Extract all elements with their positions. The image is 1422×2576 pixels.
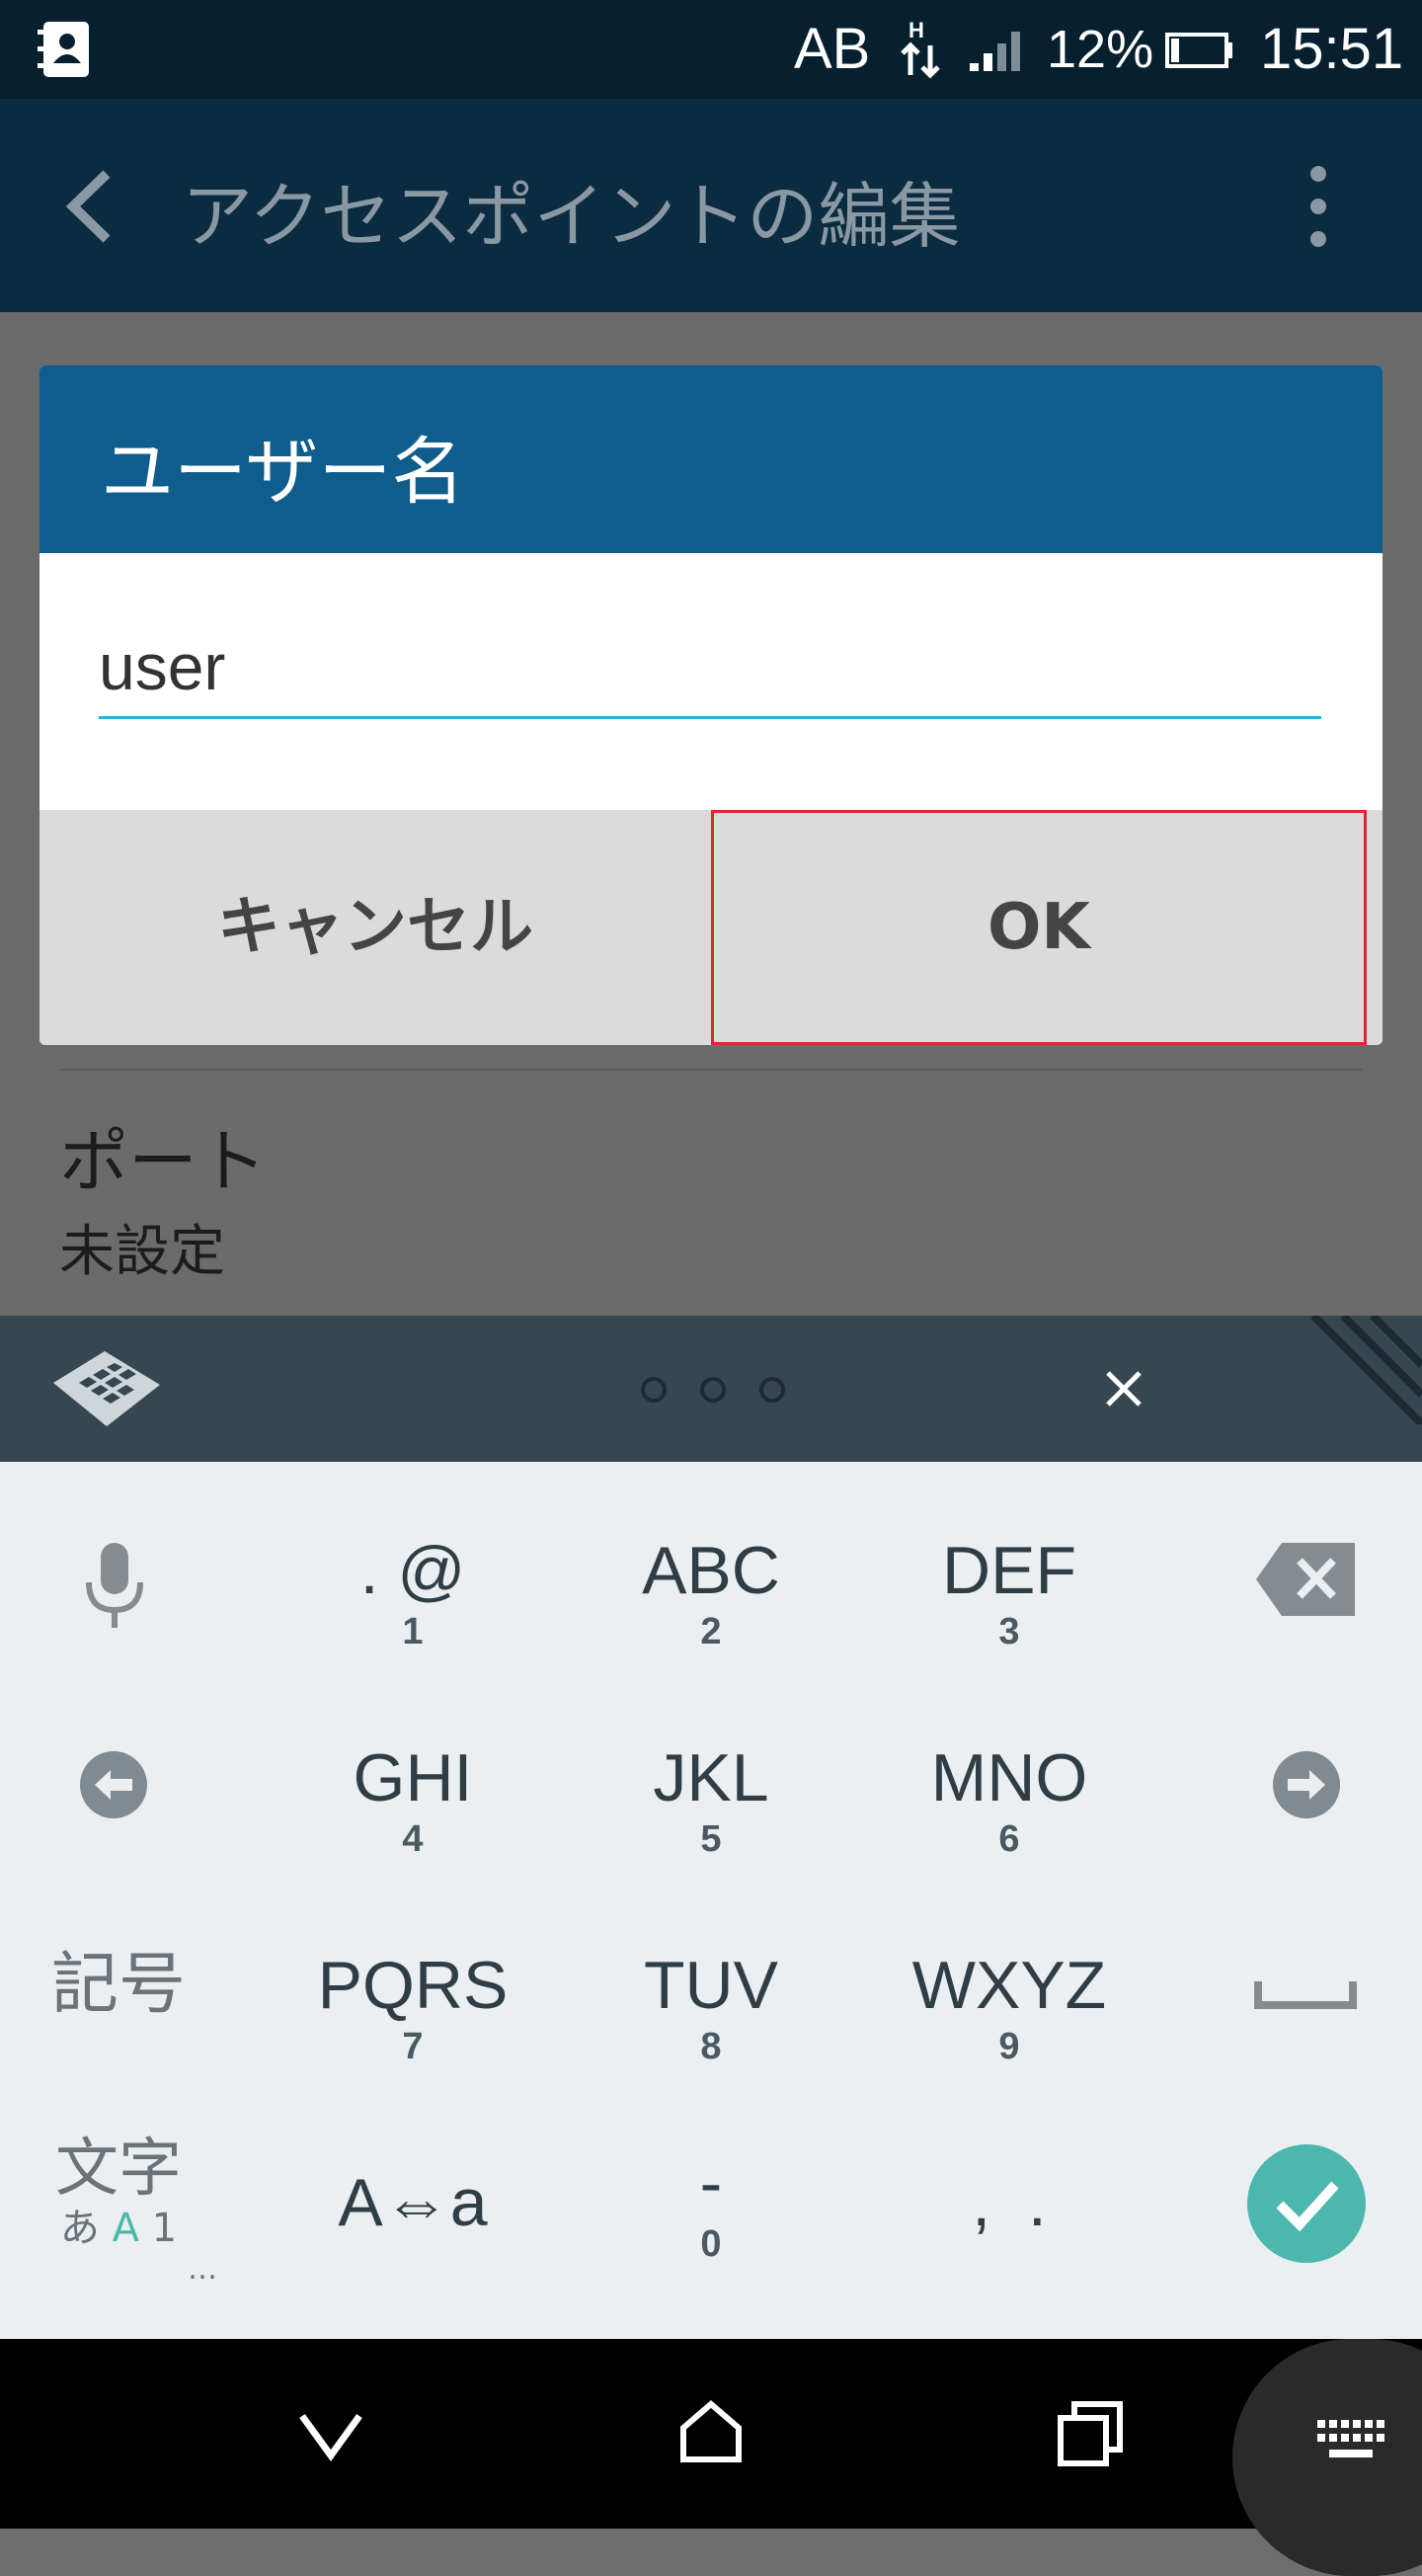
keyboard-layout-icon[interactable] (49, 1345, 164, 1430)
key-4-sub: 4 (402, 1818, 424, 1860)
key-9[interactable]: WXYZ 9 (861, 1946, 1157, 2068)
input-mode-label: 文字 (55, 2133, 182, 2206)
backspace-icon[interactable] (1254, 1541, 1357, 1618)
key-2-sub: 2 (700, 1611, 722, 1652)
key-4-main: GHI (353, 1740, 473, 1815)
keyboard-toolbar (0, 1316, 1422, 1462)
home-icon[interactable] (677, 2398, 745, 2465)
key-7[interactable]: PQRS 7 (265, 1946, 561, 2068)
key-5-main: JKL (653, 1740, 769, 1815)
contacts-app-icon (38, 22, 89, 77)
navigation-bar (0, 2339, 1422, 2576)
network-text: AB (794, 17, 871, 81)
key-4[interactable]: GHI 4 (265, 1738, 561, 1861)
back-icon[interactable] (55, 164, 124, 249)
key-2[interactable]: ABC 2 (563, 1531, 859, 1653)
punctuation-label: , . (972, 2165, 1047, 2240)
cancel-button[interactable]: キャンセル (40, 810, 711, 1045)
key-8-main: TUV (644, 1948, 778, 2023)
mode-alpha: A (112, 2206, 139, 2251)
setting-title-port: ポート (59, 1121, 267, 1202)
signal-icon (970, 32, 1020, 71)
input-mode-options: あ A 1 (30, 2205, 207, 2252)
username-input[interactable] (99, 617, 1321, 719)
key-6[interactable]: MNO 6 (861, 1738, 1157, 1861)
key-7-main: PQRS (317, 1948, 509, 2023)
keyboard-switch-button[interactable] (1232, 2339, 1422, 2576)
mode-more: … (188, 2252, 217, 2287)
key-9-sub: 9 (998, 2026, 1020, 2067)
punctuation-key[interactable]: , . (861, 2163, 1157, 2242)
keyboard-switch-icon (1317, 2420, 1384, 2457)
status-bar: AB H 12% 15:51 (0, 0, 1422, 99)
key-3-main: DEF (942, 1533, 1076, 1608)
key-8-sub: 8 (700, 2026, 722, 2067)
enter-check-icon[interactable] (1246, 2143, 1367, 2264)
username-dialog: ユーザー名 キャンセル OK (40, 365, 1382, 1045)
key-6-sub: 6 (998, 1818, 1020, 1860)
key-3[interactable]: DEF 3 (861, 1531, 1157, 1653)
battery-icon (1165, 33, 1232, 68)
page-title: アクセスポイントの編集 (182, 175, 961, 258)
setting-summary-port: 未設定 (59, 1220, 225, 1284)
key-3-sub: 3 (998, 1611, 1020, 1652)
mode-hiragana: あ (59, 2206, 100, 2251)
key-0-main: - (699, 2145, 723, 2220)
case-toggle-label: A⇔a (338, 2165, 488, 2240)
key-5[interactable]: JKL 5 (563, 1738, 859, 1861)
dialog-header: ユーザー名 (40, 365, 1382, 553)
key-8[interactable]: TUV 8 (563, 1946, 859, 2068)
dialog-button-bar: キャンセル OK (40, 810, 1382, 1045)
recents-icon[interactable] (1055, 2398, 1126, 2469)
key-1-main: . @ (359, 1533, 466, 1608)
data-transfer-icon: H (901, 18, 940, 79)
key-9-main: WXYZ (911, 1948, 1107, 2023)
dialog-title: ユーザー名 (101, 430, 465, 515)
svg-text:H: H (908, 18, 924, 42)
clock: 15:51 (1260, 17, 1404, 81)
symbol-key[interactable]: 記号 (30, 1946, 207, 2025)
cursor-left-icon[interactable] (79, 1750, 148, 1819)
space-icon[interactable] (1254, 1977, 1357, 2011)
mode-number: 1 (151, 2206, 178, 2251)
key-1[interactable]: . @ 1 (265, 1531, 561, 1653)
key-0-sub: 0 (700, 2223, 722, 2265)
back-chevron-icon[interactable] (296, 2408, 365, 2463)
app-toolbar: アクセスポイントの編集 (0, 99, 1422, 312)
key-1-sub: 1 (402, 1611, 424, 1652)
battery-percent: 12% (1047, 20, 1154, 79)
resize-handle-icon[interactable] (1304, 1316, 1422, 1424)
input-mode-key[interactable]: 文字 あ A 1 … (30, 2133, 217, 2301)
microphone-icon[interactable] (79, 1539, 150, 1634)
cursor-right-icon[interactable] (1272, 1750, 1341, 1819)
overflow-menu-icon[interactable] (1294, 164, 1343, 249)
divider (59, 1069, 1363, 1071)
close-icon[interactable] (1102, 1367, 1146, 1410)
ok-button[interactable]: OK (711, 810, 1367, 1045)
more-dots-icon[interactable] (632, 1375, 790, 1405)
key-6-main: MNO (930, 1740, 1088, 1815)
key-2-main: ABC (642, 1533, 780, 1608)
key-0[interactable]: - 0 (563, 2143, 859, 2266)
keyboard: 記号 文字 あ A 1 … . @ 1 ABC 2 DEF 3 GHI 4 JK… (0, 1462, 1422, 2339)
key-5-sub: 5 (700, 1818, 722, 1860)
key-7-sub: 7 (402, 2026, 424, 2067)
case-toggle-key[interactable]: A⇔a (265, 2163, 561, 2242)
